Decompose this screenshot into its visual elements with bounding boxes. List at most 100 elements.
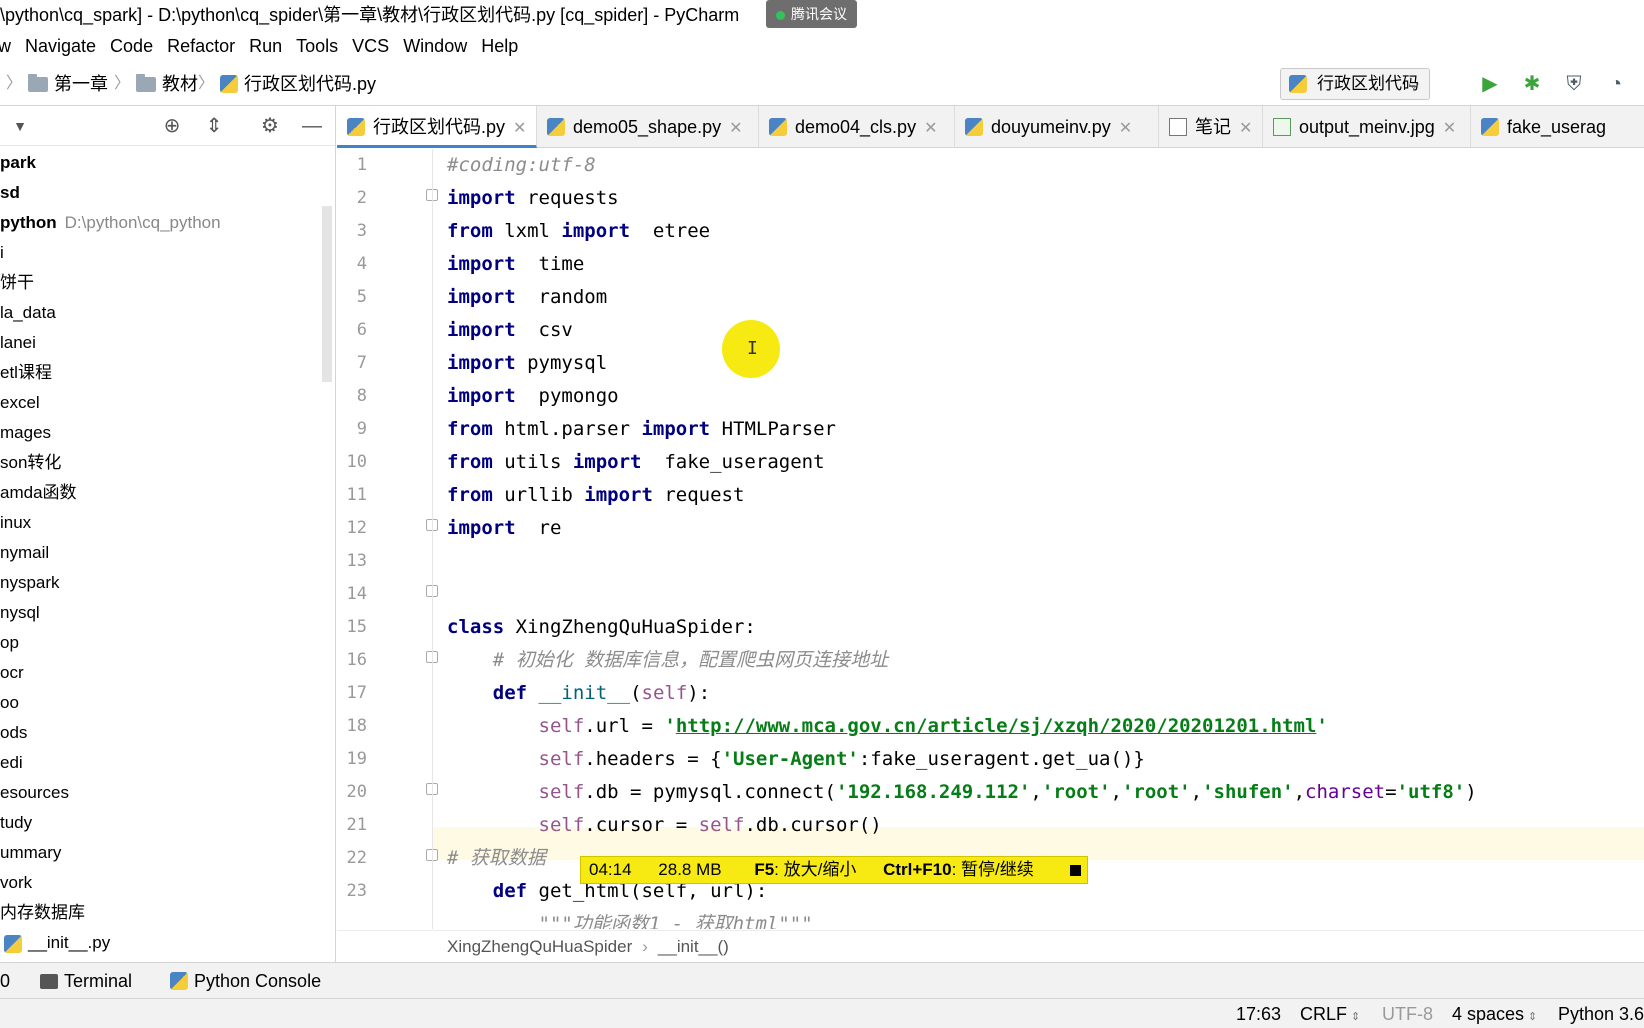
coverage-icon[interactable]: ⛨ [1562, 72, 1586, 96]
project-scrollbar[interactable] [322, 206, 332, 382]
tree-item[interactable]: esources [0, 778, 320, 808]
tab-fake-useragent[interactable]: fake_userag [1471, 106, 1644, 148]
menu-refactor[interactable]: Refactor [167, 36, 235, 56]
mouse-highlight: I [722, 320, 780, 378]
recording-action: : 放大/缩小 [774, 860, 857, 879]
menu-vcs[interactable]: VCS [352, 36, 389, 56]
menu-tools[interactable]: Tools [296, 36, 338, 56]
meeting-badge[interactable]: 腾讯会议 [766, 0, 857, 28]
locate-icon[interactable]: ⊕ [160, 114, 184, 138]
code-text: re [515, 517, 562, 539]
tool-window-label: 0 [0, 971, 11, 991]
tree-item[interactable]: op [0, 628, 320, 658]
nav-crumb-material[interactable]: 〉 教材 [108, 62, 198, 106]
breadcrumb-class[interactable]: XingZhengQuHuaSpider [447, 937, 632, 956]
code-line-21: # 获取数据 [447, 842, 546, 875]
close-icon[interactable]: ✕ [924, 120, 937, 137]
line-separator: CRLF [1300, 1004, 1348, 1024]
gear-icon[interactable]: ⚙ [258, 114, 282, 138]
tool-window-stub[interactable]: 0 [0, 963, 10, 999]
menu-navigate[interactable]: Navigate [25, 36, 96, 56]
file-encoding[interactable]: UTF-8 [1382, 999, 1433, 1028]
code-text: fake_useragent [641, 451, 825, 473]
tree-item[interactable]: tudy [0, 808, 320, 838]
tree-item[interactable]: excel [0, 388, 320, 418]
indent-widget[interactable]: 4 spaces ⇕ [1452, 999, 1537, 1028]
project-panel: ▼ ⊕ ⇕ ⚙ — park sd python D:\python\cq_pyt… [0, 106, 336, 962]
tree-item[interactable]: ummary [0, 838, 320, 868]
tree-item[interactable]: edi [0, 748, 320, 778]
tree-item[interactable]: nymail [0, 538, 320, 568]
code-keyword: import [584, 484, 653, 506]
tree-item[interactable]: 饼干 [0, 268, 320, 298]
tree-item[interactable]: amda函数 [0, 478, 320, 508]
tab-xingzhengquhua[interactable]: 行政区划代码.py ✕ [337, 106, 537, 148]
code-editor[interactable]: 1 2 3 4 5 6 7 8 9 10 11 12 13 14 15 16 1… [337, 149, 1644, 929]
menu-code[interactable]: Code [110, 36, 153, 56]
close-icon[interactable]: ✕ [1239, 120, 1252, 137]
tree-item[interactable]: park [0, 148, 320, 178]
tree-item[interactable]: i [0, 238, 320, 268]
tab-label: demo05_shape.py [573, 117, 722, 137]
tab-notes[interactable]: 笔记 ✕ [1159, 106, 1263, 148]
close-icon[interactable]: ✕ [1443, 120, 1456, 137]
tree-item[interactable]: inux [0, 508, 320, 538]
code-text: etree [630, 220, 711, 242]
tree-item[interactable]: nyspark [0, 568, 320, 598]
tree-item[interactable]: etl课程 [0, 358, 320, 388]
tree-item[interactable]: ods [0, 718, 320, 748]
tree-item[interactable]: mages [0, 418, 320, 448]
run-configuration-select[interactable]: 行政区划代码 ⌵ [1280, 68, 1430, 100]
nav-crumb-chapter[interactable]: 〉 第一章 [0, 62, 108, 106]
collapse-all-icon[interactable]: ⇕ [202, 114, 226, 138]
menu-view[interactable]: w [0, 36, 11, 56]
tab-output-meinv[interactable]: output_meinv.jpg ✕ [1263, 106, 1471, 148]
tool-window-label: Python Console [194, 971, 322, 991]
tree-item[interactable]: python D:\python\cq_python [0, 208, 320, 238]
tree-item-label: etl课程 [0, 363, 52, 382]
tree-item[interactable]: nysql [0, 598, 320, 628]
tree-item[interactable]: lanei [0, 328, 320, 358]
tree-item[interactable]: la_data [0, 298, 320, 328]
close-icon[interactable]: ✕ [729, 120, 742, 137]
triangle-down-icon[interactable]: ▼ [8, 114, 32, 138]
line-number: 16 [346, 650, 367, 670]
close-icon[interactable]: ✕ [1119, 120, 1132, 137]
code-url-link[interactable]: http://www.mca.gov.cn/article/sj/xzqh/20… [676, 715, 1317, 737]
stop-icon[interactable] [1070, 865, 1081, 876]
code-string: 'root' [1041, 781, 1111, 803]
line-number: 14 [346, 584, 367, 604]
code-line-12: import re [447, 512, 561, 545]
tree-item[interactable]: oo [0, 688, 320, 718]
python-interpreter[interactable]: Python 3.6 [1558, 999, 1644, 1028]
up-down-arrow-icon: ⇕ [1528, 1011, 1538, 1023]
tab-douyumeinv[interactable]: douyumeinv.py ✕ [955, 106, 1159, 148]
code-docstring: """功能函数1 - 获取html""" [447, 913, 813, 929]
menu-run[interactable]: Run [249, 36, 282, 56]
tree-item[interactable]: sd [0, 178, 320, 208]
tab-demo04-cls[interactable]: demo04_cls.py ✕ [759, 106, 955, 148]
caret-position[interactable]: 17:63 [1236, 999, 1281, 1028]
line-number: 10 [346, 452, 367, 472]
minimize-icon[interactable]: — [300, 114, 324, 138]
profile-icon[interactable]: ◔ [1604, 72, 1628, 96]
menu-window[interactable]: Window [403, 36, 467, 56]
tab-demo05-shape[interactable]: demo05_shape.py ✕ [537, 106, 759, 148]
tree-item[interactable]: __init__.py [0, 928, 320, 958]
nav-crumb-file[interactable]: 〉 行政区划代码.py [192, 62, 376, 106]
line-separator-widget[interactable]: CRLF ⇕ [1300, 999, 1360, 1028]
breadcrumb-method[interactable]: __init__() [658, 937, 729, 956]
tree-item[interactable]: 内存数据库 [0, 898, 320, 928]
menu-help[interactable]: Help [481, 36, 518, 56]
line-number: 12 [346, 518, 367, 538]
tree-item[interactable]: vork [0, 868, 320, 898]
close-icon[interactable]: ✕ [513, 120, 526, 137]
run-icon[interactable]: ▶ [1478, 72, 1502, 96]
tree-item[interactable]: son转化 [0, 448, 320, 478]
code-text: requests [515, 187, 619, 209]
tree-item[interactable]: ocr [0, 658, 320, 688]
python-console-tab[interactable]: Python Console [170, 963, 321, 999]
terminal-tab[interactable]: Terminal [40, 963, 132, 999]
debug-icon[interactable]: ✱ [1520, 72, 1544, 96]
